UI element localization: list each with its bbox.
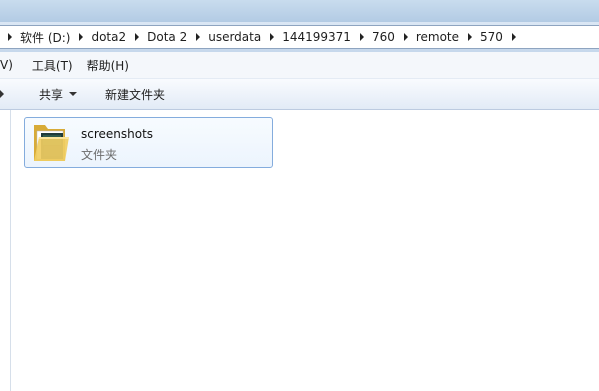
breadcrumb-item-remote[interactable]: remote xyxy=(416,30,459,44)
breadcrumb-item-570[interactable]: 570 xyxy=(480,30,503,44)
command-bar: 共享 新建文件夹 xyxy=(0,79,599,110)
new-folder-button[interactable]: 新建文件夹 xyxy=(105,86,165,103)
breadcrumb-chevron-icon[interactable] xyxy=(511,33,516,41)
breadcrumb-chevron-icon[interactable] xyxy=(135,33,140,41)
menu-view[interactable]: V) xyxy=(0,58,19,72)
list-item[interactable]: screenshots 文件夹 xyxy=(24,117,273,168)
share-label: 共享 xyxy=(39,87,64,102)
breadcrumb[interactable]: 软件 (D:) dota2 Dota 2 userdata 144199371 … xyxy=(0,25,599,49)
breadcrumb-chevron-icon[interactable] xyxy=(8,33,12,41)
breadcrumb-item-userdata[interactable]: userdata xyxy=(208,30,261,44)
breadcrumb-chevron-icon[interactable] xyxy=(196,33,201,41)
breadcrumb-item-760[interactable]: 760 xyxy=(372,30,395,44)
menu-bar: V) 工具(T) 帮助(H) xyxy=(0,52,599,79)
breadcrumb-chevron-icon[interactable] xyxy=(79,33,84,41)
breadcrumb-item-dota-2[interactable]: Dota 2 xyxy=(147,30,187,44)
breadcrumb-chevron-icon[interactable] xyxy=(270,33,275,41)
item-type: 文件夹 xyxy=(81,148,118,162)
chevron-down-icon xyxy=(69,92,78,96)
menu-tools[interactable]: 工具(T) xyxy=(26,57,79,74)
title-bar xyxy=(0,0,599,22)
item-name: screenshots xyxy=(81,127,154,141)
caret-down-icon[interactable] xyxy=(0,90,4,98)
address-bar: 软件 (D:) dota2 Dota 2 userdata 144199371 … xyxy=(0,22,599,52)
breadcrumb-item-dota2[interactable]: dota2 xyxy=(91,30,126,44)
breadcrumb-item-user-id[interactable]: 144199371 xyxy=(282,30,351,44)
navigation-pane-divider[interactable] xyxy=(10,110,11,391)
breadcrumb-chevron-icon[interactable] xyxy=(403,33,408,41)
share-button[interactable]: 共享 xyxy=(39,86,78,103)
breadcrumb-chevron-icon[interactable] xyxy=(359,33,364,41)
folder-icon xyxy=(34,125,69,161)
breadcrumb-item-drive[interactable]: 软件 (D:) xyxy=(20,29,70,46)
menu-help[interactable]: 帮助(H) xyxy=(81,57,135,74)
breadcrumb-chevron-icon[interactable] xyxy=(468,33,473,41)
new-folder-label: 新建文件夹 xyxy=(105,87,166,102)
